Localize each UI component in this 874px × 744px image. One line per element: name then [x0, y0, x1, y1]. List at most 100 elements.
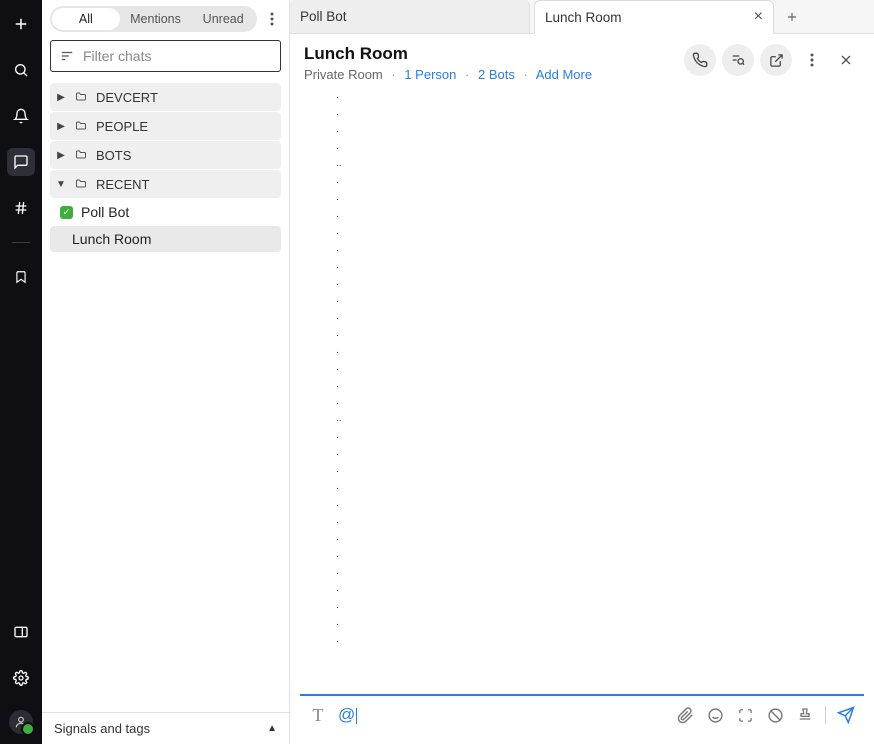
sidebar-more-icon[interactable]	[263, 6, 281, 32]
chat-more-icon[interactable]	[798, 44, 826, 76]
compose-bar: T @	[300, 694, 864, 734]
folder-label: RECENT	[96, 177, 149, 192]
chevron-up-icon: ▲	[267, 723, 277, 734]
filter-input[interactable]	[83, 48, 272, 64]
stamp-icon[interactable]	[795, 705, 815, 725]
message-placeholder: .	[336, 430, 874, 447]
search-in-chat-button[interactable]	[722, 44, 754, 76]
chevron-right-icon: ▶	[56, 92, 66, 103]
folder-bots[interactable]: ▶ BOTS	[50, 141, 281, 169]
message-placeholder: .	[336, 498, 874, 515]
message-placeholder: ..	[336, 158, 874, 175]
chat-item-label: Poll Bot	[81, 204, 129, 220]
tab-poll-bot[interactable]: Poll Bot	[290, 0, 530, 33]
folder-label: BOTS	[96, 148, 131, 163]
folder-recent[interactable]: ▼ RECENT	[50, 170, 281, 198]
room-title: Lunch Room	[304, 44, 684, 64]
folder-label: PEOPLE	[96, 119, 148, 134]
message-placeholder: .	[336, 396, 874, 413]
message-placeholder: .	[336, 549, 874, 566]
message-placeholder: ..	[336, 413, 874, 430]
message-placeholder: .	[336, 464, 874, 481]
compose-input[interactable]: @	[338, 705, 357, 725]
message-placeholder: .	[336, 345, 874, 362]
attach-icon[interactable]	[675, 705, 695, 725]
close-icon[interactable]: ×	[754, 8, 763, 26]
message-placeholder: .	[336, 226, 874, 243]
segment-all[interactable]: All	[52, 8, 120, 30]
chevron-down-icon: ▼	[56, 179, 66, 190]
people-link[interactable]: 1 Person	[404, 67, 456, 82]
new-icon[interactable]	[7, 10, 35, 38]
folder-icon	[74, 91, 88, 103]
hash-icon[interactable]	[7, 194, 35, 222]
message-area[interactable]: ...................................	[290, 86, 874, 694]
rail-separator	[12, 242, 30, 243]
chat-item-label: Lunch Room	[72, 231, 151, 247]
send-button[interactable]	[836, 705, 856, 725]
tab-lunch-room[interactable]: Lunch Room ×	[534, 0, 774, 34]
folder-icon	[74, 149, 88, 161]
tabs-row: Poll Bot Lunch Room ×	[290, 0, 874, 34]
signals-tags-panel[interactable]: Signals and tags ▲	[42, 712, 289, 744]
main-pane: Poll Bot Lunch Room × Lunch Room Private…	[290, 0, 874, 744]
text-format-button[interactable]: T	[308, 705, 328, 725]
folder-label: DEVCERT	[96, 90, 158, 105]
chat-icon[interactable]	[7, 148, 35, 176]
message-placeholder: .	[336, 294, 874, 311]
sidebar-tabs: All Mentions Unread	[42, 0, 289, 38]
message-placeholder: .	[336, 515, 874, 532]
bookmark-icon[interactable]	[7, 263, 35, 291]
message-placeholder: .	[336, 277, 874, 294]
tab-label: Poll Bot	[300, 9, 347, 24]
message-placeholder: .	[336, 362, 874, 379]
segment-mentions[interactable]: Mentions	[122, 6, 190, 32]
new-tab-button[interactable]	[778, 0, 806, 33]
folder-devcert[interactable]: ▶ DEVCERT	[50, 83, 281, 111]
expand-icon[interactable]	[735, 705, 755, 725]
add-more-link[interactable]: Add More	[536, 67, 592, 82]
chat-tree: ▶ DEVCERT ▶ PEOPLE ▶ BOTS ▼ RECENT ✓ Pol…	[42, 80, 289, 712]
filter-icon	[59, 49, 75, 63]
chevron-right-icon: ▶	[56, 121, 66, 132]
filter-input-wrap[interactable]	[50, 40, 281, 72]
tab-label: Lunch Room	[545, 10, 622, 25]
message-placeholder: .	[336, 634, 874, 651]
message-placeholder: .	[336, 243, 874, 260]
message-placeholder: .	[336, 583, 874, 600]
chat-item-lunch-room[interactable]: Lunch Room	[50, 226, 281, 252]
message-placeholder: .	[336, 600, 874, 617]
status-online-icon: ✓	[60, 206, 73, 219]
emoji-icon[interactable]	[705, 705, 725, 725]
bell-icon[interactable]	[7, 102, 35, 130]
filter-segment: All Mentions Unread	[50, 6, 257, 32]
room-meta: Private Room · 1 Person · 2 Bots · Add M…	[304, 67, 684, 82]
message-placeholder: .	[336, 532, 874, 549]
message-placeholder: .	[336, 447, 874, 464]
folder-icon	[74, 120, 88, 132]
message-placeholder: .	[336, 124, 874, 141]
nav-rail	[0, 0, 42, 744]
call-button[interactable]	[684, 44, 716, 76]
message-placeholder: .	[336, 90, 874, 107]
message-placeholder: .	[336, 617, 874, 634]
message-placeholder: .	[336, 260, 874, 277]
segment-unread[interactable]: Unread	[189, 6, 257, 32]
avatar[interactable]	[9, 710, 33, 734]
panel-icon[interactable]	[7, 618, 35, 646]
signals-label: Signals and tags	[54, 721, 150, 736]
room-header: Lunch Room Private Room · 1 Person · 2 B…	[290, 34, 874, 86]
message-placeholder: .	[336, 209, 874, 226]
search-icon[interactable]	[7, 56, 35, 84]
chat-item-poll-bot[interactable]: ✓ Poll Bot	[50, 199, 281, 225]
folder-people[interactable]: ▶ PEOPLE	[50, 112, 281, 140]
message-placeholder: .	[336, 328, 874, 345]
pop-out-button[interactable]	[760, 44, 792, 76]
gear-icon[interactable]	[7, 664, 35, 692]
block-icon[interactable]	[765, 705, 785, 725]
message-placeholder: .	[336, 141, 874, 158]
close-chat-button[interactable]	[832, 44, 860, 76]
message-placeholder: .	[336, 566, 874, 583]
bots-link[interactable]: 2 Bots	[478, 67, 515, 82]
message-placeholder: .	[336, 192, 874, 209]
